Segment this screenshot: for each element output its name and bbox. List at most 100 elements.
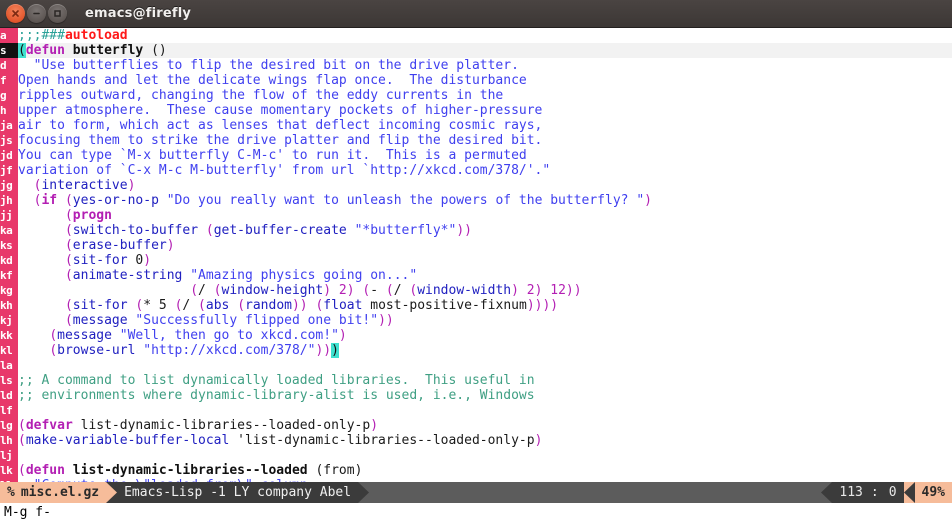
- buffer-line[interactable]: a ;;;###autoload: [0, 28, 952, 43]
- buffer-line-text: [18, 448, 952, 463]
- code-token: ): [166, 238, 175, 253]
- buffer-line[interactable]: h upper atmosphere. These cause momentary…: [0, 103, 952, 118]
- avy-jump-label[interactable]: jh: [0, 193, 18, 208]
- avy-jump-label[interactable]: lk: [0, 463, 18, 478]
- buffer-line[interactable]: kd (sit-for 0): [0, 253, 952, 268]
- code-token: )): [315, 343, 332, 358]
- buffer-line[interactable]: jg (interactive): [0, 178, 952, 193]
- avy-jump-label[interactable]: lj: [0, 448, 18, 463]
- avy-jump-label[interactable]: s: [0, 43, 18, 58]
- powerline-arrow-3: [821, 482, 833, 503]
- avy-jump-label[interactable]: ks: [0, 238, 18, 253]
- avy-jump-label[interactable]: kj: [0, 313, 18, 328]
- modeline-position[interactable]: 113:0: [832, 482, 904, 503]
- avy-jump-label[interactable]: d: [0, 58, 18, 73]
- buffer-line-text: ;; environments where dynamic-library-al…: [18, 388, 952, 403]
- close-icon[interactable]: [6, 4, 25, 23]
- code-token: ): [338, 328, 347, 343]
- buffer-line[interactable]: f Open hands and let the delicate wings f…: [0, 73, 952, 88]
- buffer-line[interactable]: ka (switch-to-buffer (get-buffer-create …: [0, 223, 952, 238]
- buffer-line[interactable]: jj (progn: [0, 208, 952, 223]
- avy-jump-label[interactable]: ls: [0, 373, 18, 388]
- avy-jump-label[interactable]: lg: [0, 418, 18, 433]
- buffer-line-text: (animate-string "Amazing physics going o…: [18, 268, 952, 283]
- buffer-line[interactable]: lj: [0, 448, 952, 463]
- avy-jump-label[interactable]: kf: [0, 268, 18, 283]
- code-token: * 5: [143, 298, 175, 313]
- avy-jump-label[interactable]: kg: [0, 283, 18, 298]
- avy-jump-label[interactable]: a: [0, 28, 18, 43]
- buffer-line[interactable]: s (defun butterfly (): [0, 43, 952, 58]
- avy-jump-label[interactable]: jf: [0, 163, 18, 178]
- maximize-icon[interactable]: [48, 4, 67, 23]
- avy-jump-label[interactable]: lf: [0, 403, 18, 418]
- buffer-line[interactable]: ja air to form, which act as lenses that …: [0, 118, 952, 133]
- buffer-line[interactable]: g ripples outward, changing the flow of t…: [0, 88, 952, 103]
- avy-jump-label[interactable]: la: [0, 358, 18, 373]
- avy-jump-label[interactable]: kh: [0, 298, 18, 313]
- buffer-line[interactable]: jh (if (yes-or-no-p "Do you really want …: [0, 193, 952, 208]
- powerline-arrow-1: [106, 482, 118, 503]
- buffer-line-text: ripples outward, changing the flow of th…: [18, 88, 952, 103]
- code-token: 'list-dynamic-libraries--loaded-only-p: [229, 433, 535, 448]
- avy-jump-label[interactable]: f: [0, 73, 18, 88]
- buffer-line-text: air to form, which act as lenses that de…: [18, 118, 952, 133]
- modeline-major-mode[interactable]: Emacs-Lisp -1 LY company Abel: [117, 482, 359, 503]
- modeline-percent-text: 49%: [921, 485, 945, 500]
- code-token: ): [143, 253, 152, 268]
- echo-area[interactable]: M-g f-: [0, 503, 952, 522]
- avy-jump-label[interactable]: jj: [0, 208, 18, 223]
- avy-jump-label[interactable]: lh: [0, 433, 18, 448]
- code-token: ): [370, 418, 379, 433]
- buffer-line[interactable]: js focusing them to strike the drive plat…: [0, 133, 952, 148]
- buffer-line[interactable]: ld;; environments where dynamic-library-…: [0, 388, 952, 403]
- buffer-line[interactable]: kk (message "Well, then go to xkcd.com!"…: [0, 328, 952, 343]
- modeline-percent[interactable]: 49%: [914, 482, 952, 503]
- buffer-line[interactable]: kf (animate-string "Amazing physics goin…: [0, 268, 952, 283]
- code-token: (: [64, 313, 73, 328]
- buffer-line[interactable]: jf variation of `C-x M-c M-butterfly' fro…: [0, 163, 952, 178]
- avy-jump-label[interactable]: kk: [0, 328, 18, 343]
- code-token: (): [151, 43, 167, 58]
- code-token: float: [323, 298, 363, 313]
- buffer-line[interactable]: d "Use butterflies to flip the desired b…: [0, 58, 952, 73]
- buffer-line[interactable]: ks (erase-buffer): [0, 238, 952, 253]
- buffer-line[interactable]: ls;; A command to list dynamically loade…: [0, 373, 952, 388]
- buffer-line-text: variation of `C-x M-c M-butterfly' from …: [18, 163, 952, 178]
- buffer-line[interactable]: lg (defvar list-dynamic-libraries--loaded…: [0, 418, 952, 433]
- buffer-line[interactable]: kg (/ (window-height) 2) (- (/ (window-w…: [0, 283, 952, 298]
- buffer-line[interactable]: lk (defun list-dynamic-libraries--loaded …: [0, 463, 952, 478]
- avy-jump-label[interactable]: kl: [0, 343, 18, 358]
- buffer-line[interactable]: kh (sit-for (* 5 (/ (abs (random)) (floa…: [0, 298, 952, 313]
- avy-jump-label[interactable]: g: [0, 88, 18, 103]
- avy-jump-label[interactable]: js: [0, 133, 18, 148]
- avy-jump-label[interactable]: jg: [0, 178, 18, 193]
- modeline-buffer-segment[interactable]: % misc.el.gz: [0, 482, 107, 503]
- avy-jump-label[interactable]: h: [0, 103, 18, 118]
- minimize-icon[interactable]: [27, 4, 46, 23]
- code-token: "http://xkcd.com/378/": [143, 343, 316, 358]
- powerline-arrow-4: [903, 482, 915, 503]
- avy-jump-label[interactable]: kd: [0, 253, 18, 268]
- buffer-line[interactable]: lf: [0, 403, 952, 418]
- buffer-line[interactable]: kj (message "Successfully flipped one bi…: [0, 313, 952, 328]
- buffer-line-text: (defvar list-dynamic-libraries--loaded-o…: [18, 418, 952, 433]
- code-token: defun: [25, 43, 65, 58]
- avy-jump-label[interactable]: ja: [0, 118, 18, 133]
- avy-jump-label[interactable]: ld: [0, 388, 18, 403]
- code-token: You can type `M-x butterfly C-M-c' to ru…: [18, 148, 527, 163]
- code-token: (: [18, 43, 26, 58]
- buffer-line[interactable]: jd You can type `M-x butterfly C-M-c' to …: [0, 148, 952, 163]
- buffer-line[interactable]: kl (browse-url "http://xkcd.com/378/"))): [0, 343, 952, 358]
- buffer-line[interactable]: lh (make-variable-buffer-local 'list-dyna…: [0, 433, 952, 448]
- code-token: yes-or-no-p: [72, 193, 159, 208]
- editor-buffer[interactable]: a ;;;###autoload s (defun butterfly () d "Us…: [0, 28, 952, 482]
- buffer-line[interactable]: la: [0, 358, 952, 373]
- modeline-spacer: [369, 482, 822, 503]
- buffer-line-text: "Use butterflies to flip the desired bit…: [18, 58, 952, 73]
- avy-jump-label[interactable]: jd: [0, 148, 18, 163]
- avy-jump-label[interactable]: ka: [0, 223, 18, 238]
